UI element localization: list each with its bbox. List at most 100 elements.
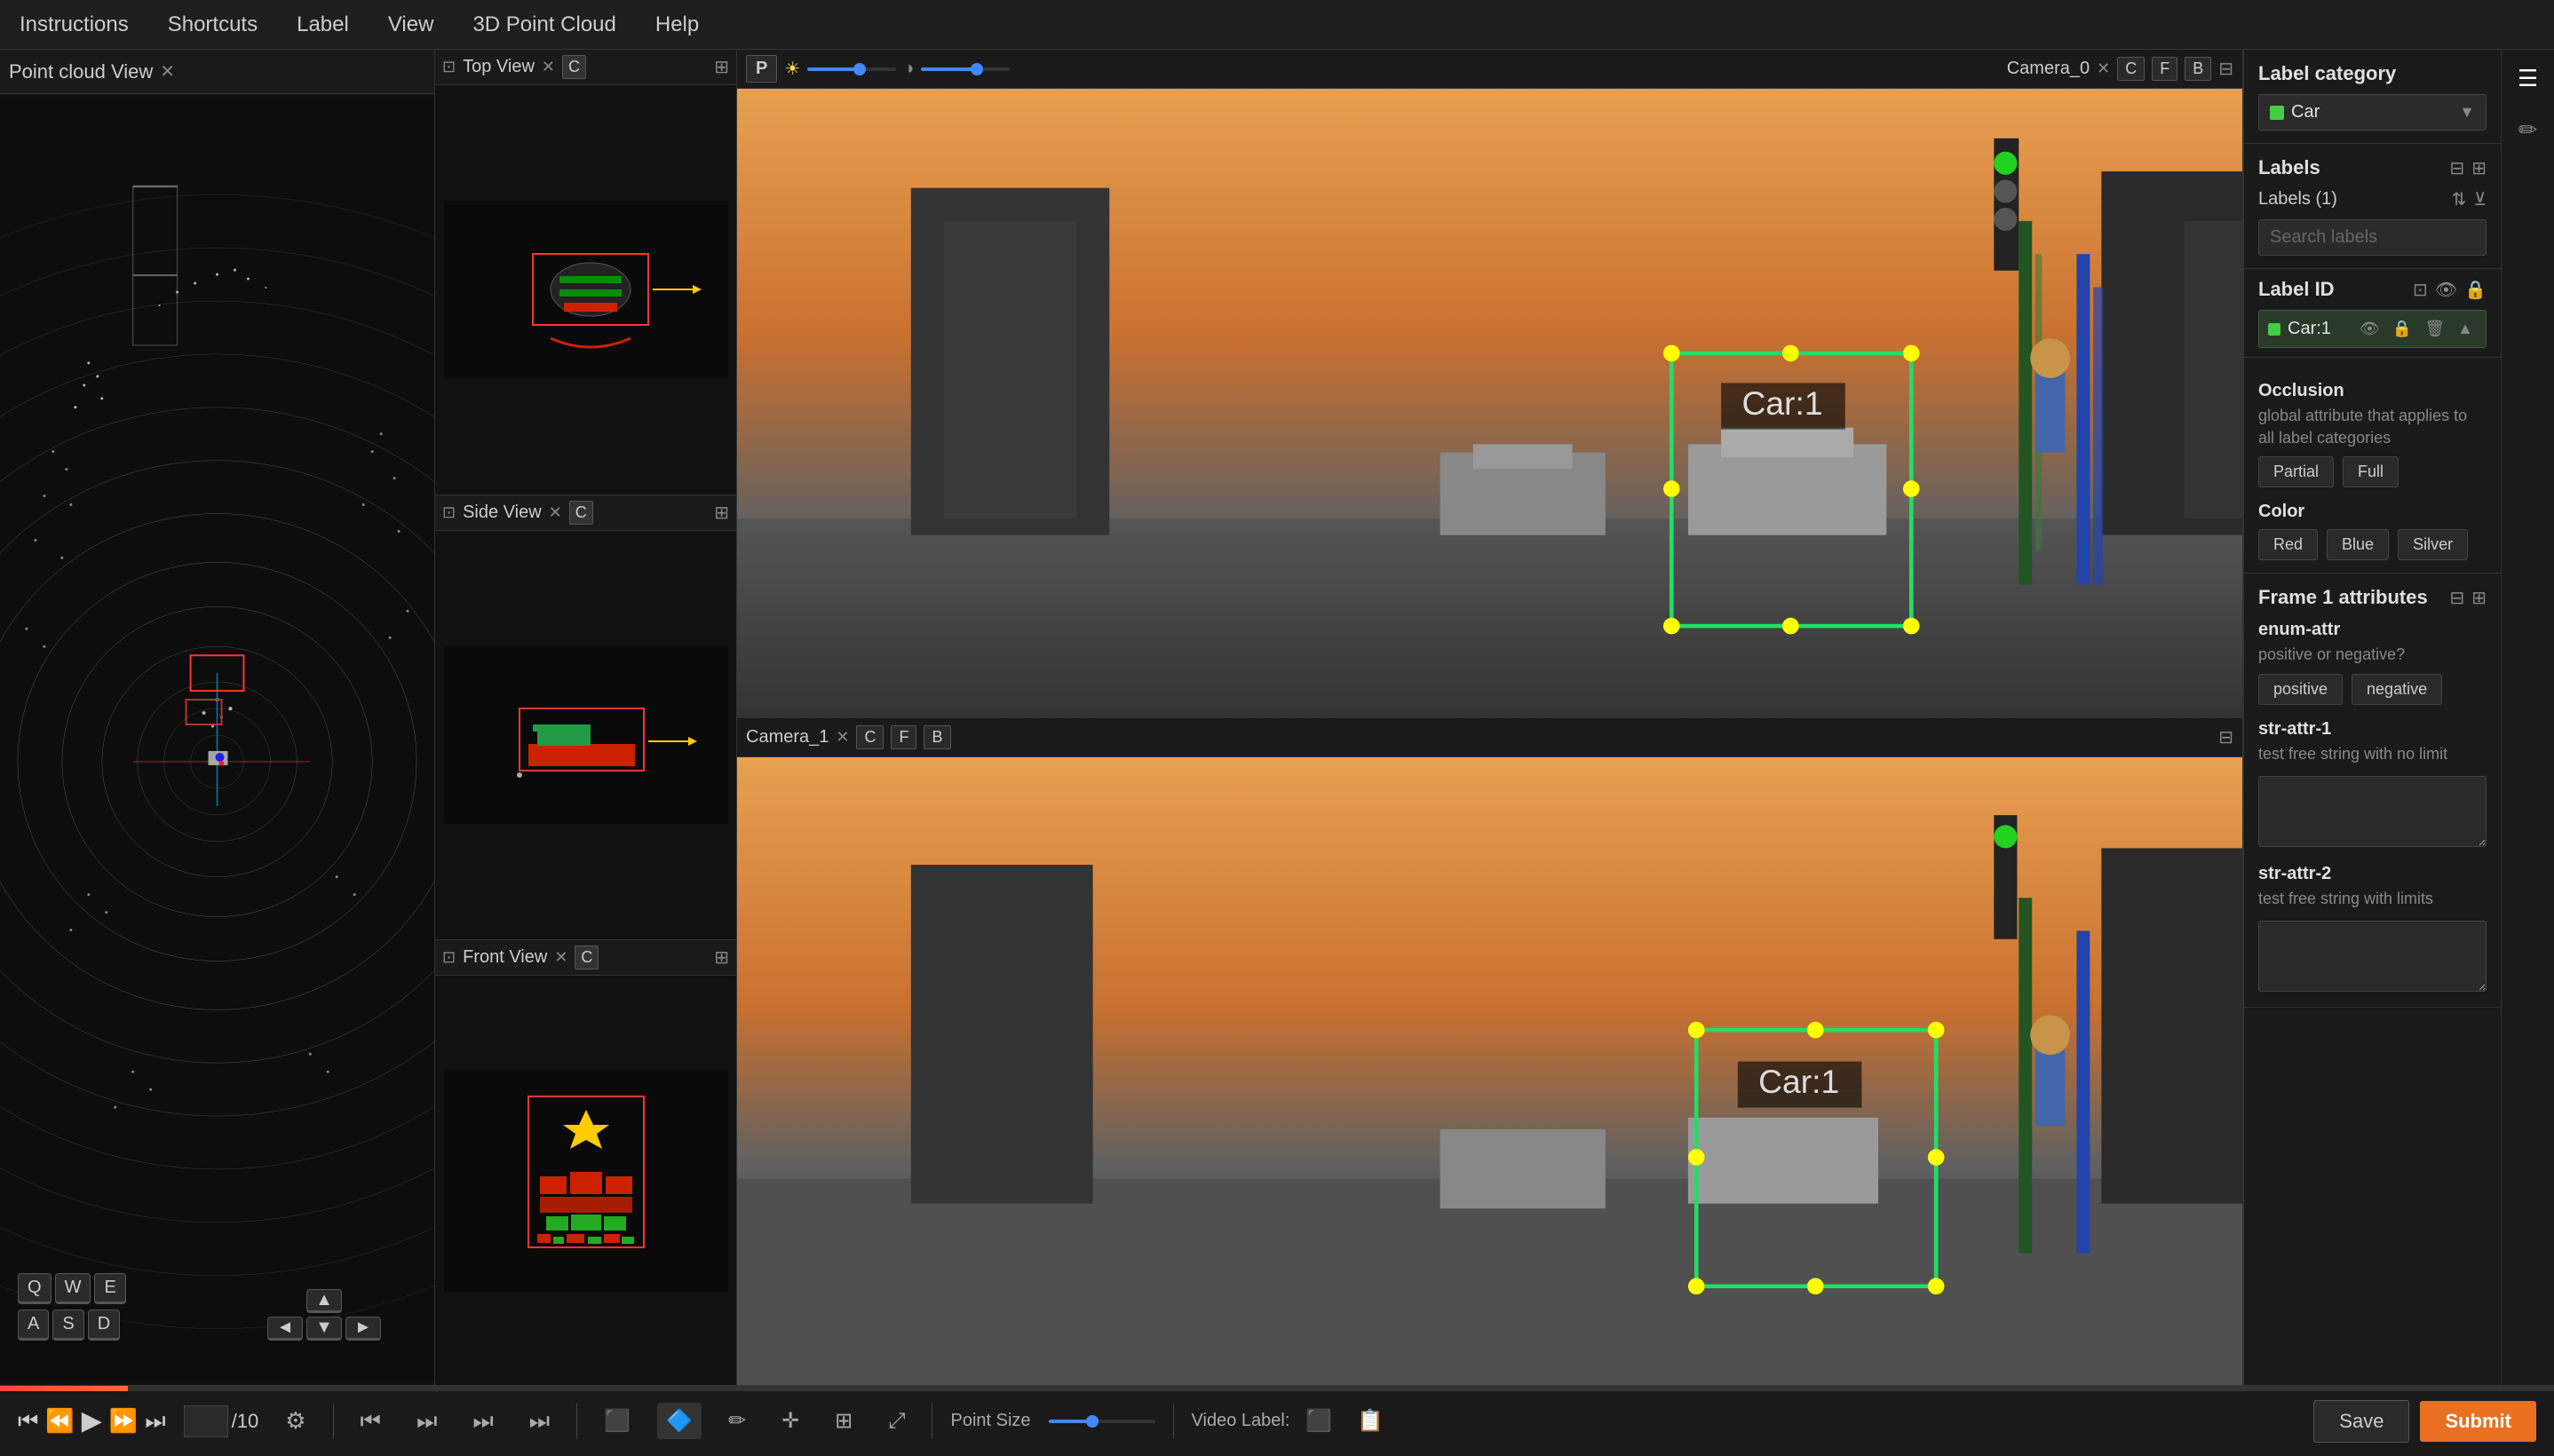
- side-view-badge[interactable]: C: [569, 501, 593, 525]
- rewind2-btn[interactable]: ⏮: [352, 1402, 390, 1441]
- str-attr1-input[interactable]: [2258, 776, 2487, 847]
- frame-input[interactable]: 1: [184, 1405, 228, 1437]
- front-view-badge[interactable]: C: [575, 946, 599, 969]
- resize-tool-btn[interactable]: ⊞: [826, 1403, 861, 1439]
- str-attr2-input[interactable]: [2258, 921, 2487, 992]
- fast-forward2-btn[interactable]: ⏭: [520, 1402, 559, 1441]
- key-s[interactable]: S: [52, 1310, 83, 1341]
- play-btn[interactable]: ▶: [82, 1405, 102, 1436]
- next-btn[interactable]: ⏩: [109, 1407, 138, 1435]
- move-tool-btn[interactable]: ✛: [773, 1403, 808, 1439]
- camera0-p-badge[interactable]: P: [746, 55, 777, 83]
- search-labels-input[interactable]: [2258, 219, 2487, 256]
- front-view-expand-icon[interactable]: ⊡: [442, 948, 456, 967]
- camera0-badge-f[interactable]: F: [2152, 57, 2177, 81]
- camera1-badge-f[interactable]: F: [891, 725, 916, 749]
- front-view-canvas[interactable]: [435, 976, 736, 1385]
- menu-view[interactable]: View: [377, 5, 445, 44]
- label-car1-eye-btn[interactable]: 👁: [2356, 318, 2383, 340]
- camera1-badge-c[interactable]: C: [856, 725, 884, 749]
- top-view-canvas[interactable]: [435, 85, 736, 495]
- brightness-slider[interactable]: [807, 67, 896, 71]
- video-label-btn2[interactable]: 📋: [1348, 1403, 1392, 1439]
- key-e[interactable]: E: [94, 1273, 125, 1304]
- enum-negative-btn[interactable]: negative: [2352, 674, 2442, 705]
- label-car1-delete-btn[interactable]: 🗑: [2421, 318, 2448, 340]
- top-view-close-btn[interactable]: ✕: [542, 58, 555, 76]
- camera0-maximize-btn[interactable]: ⊟: [2218, 58, 2233, 80]
- point-cloud-close-btn[interactable]: ✕: [160, 60, 175, 83]
- nav-left-btn[interactable]: ◄: [267, 1317, 303, 1341]
- side-view-canvas[interactable]: [435, 531, 736, 940]
- cube-tool-btn[interactable]: 🔷: [657, 1403, 702, 1439]
- side-view-maximize-btn[interactable]: ⊞: [714, 502, 729, 524]
- menu-label[interactable]: Label: [286, 5, 360, 44]
- menu-instructions[interactable]: Instructions: [9, 5, 139, 44]
- frame1-expand-btn[interactable]: ⊞: [2471, 587, 2487, 609]
- camera1-badge-b[interactable]: B: [924, 725, 950, 749]
- menu-shortcuts[interactable]: Shortcuts: [157, 5, 268, 44]
- front-view-maximize-btn[interactable]: ⊞: [714, 946, 729, 969]
- box3d-tool-btn[interactable]: ⬛: [595, 1403, 639, 1439]
- side-view-close-btn[interactable]: ✕: [549, 503, 562, 522]
- contrast-slider[interactable]: [921, 67, 1010, 71]
- label-id-copy-icon[interactable]: ⊡: [2413, 279, 2428, 301]
- skip-start-btn[interactable]: ⏭: [408, 1402, 446, 1441]
- settings-btn[interactable]: ⚙: [276, 1402, 314, 1440]
- key-q[interactable]: Q: [18, 1273, 52, 1304]
- nav-up-btn[interactable]: ▲: [306, 1289, 342, 1313]
- point-cloud-canvas[interactable]: Q W E A S D ▲ ◄ ▼ ►: [0, 94, 434, 1385]
- fullscreen-tool-btn[interactable]: ⤢: [879, 1404, 914, 1439]
- label-id-lock-icon[interactable]: 🔒: [2464, 279, 2487, 301]
- camera0-close-btn[interactable]: ✕: [2097, 59, 2110, 78]
- labels-expand-btn[interactable]: ⊞: [2471, 157, 2487, 179]
- enum-positive-btn[interactable]: positive: [2258, 674, 2343, 705]
- menu-3d-point-cloud[interactable]: 3D Point Cloud: [462, 5, 626, 44]
- key-d[interactable]: D: [88, 1310, 120, 1341]
- labels-sort-btn[interactable]: ⇅: [2452, 188, 2467, 210]
- key-a[interactable]: A: [18, 1310, 49, 1341]
- enum-attr: enum-attr positive or negative? positive…: [2258, 620, 2487, 704]
- nav-right-btn[interactable]: ►: [345, 1317, 381, 1341]
- top-view-badge[interactable]: C: [562, 55, 586, 79]
- panel-edit-icon[interactable]: ✏: [2509, 110, 2548, 149]
- labels-collapse-btn[interactable]: ⊟: [2449, 157, 2464, 179]
- skip-forward-btn[interactable]: ⏭: [145, 1407, 165, 1436]
- point-size-slider[interactable]: [1049, 1420, 1155, 1423]
- camera1-view[interactable]: Car:1: [737, 757, 2242, 1386]
- submit-button[interactable]: Submit: [2420, 1401, 2536, 1442]
- label-category-dropdown[interactable]: Car ▼: [2258, 94, 2487, 131]
- frame1-attrs-header: Frame 1 attributes ⊟ ⊞: [2258, 586, 2487, 609]
- label-car1-expand-btn[interactable]: ▲: [2454, 318, 2477, 340]
- key-w[interactable]: W: [55, 1273, 91, 1304]
- color-silver-btn[interactable]: Silver: [2398, 529, 2468, 560]
- camera1-close-btn[interactable]: ✕: [836, 728, 849, 747]
- occlusion-full-btn[interactable]: Full: [2343, 456, 2399, 487]
- label-car1-lock-btn[interactable]: 🔒: [2389, 318, 2415, 340]
- panel-list-icon[interactable]: ☰: [2509, 59, 2548, 98]
- menu-help[interactable]: Help: [645, 5, 710, 44]
- front-view-close-btn[interactable]: ✕: [554, 948, 567, 967]
- labels-filter-btn[interactable]: ⊻: [2473, 188, 2487, 210]
- color-blue-btn[interactable]: Blue: [2327, 529, 2389, 560]
- save-button[interactable]: Save: [2313, 1400, 2409, 1443]
- occlusion-partial-btn[interactable]: Partial: [2258, 456, 2334, 487]
- color-red-btn[interactable]: Red: [2258, 529, 2318, 560]
- pencil-tool-btn[interactable]: ✏: [719, 1403, 755, 1439]
- side-view-expand-icon[interactable]: ⊡: [442, 503, 456, 522]
- camera0-badge-b[interactable]: B: [2185, 57, 2211, 81]
- video-label-text: Video Label:: [1192, 1411, 1290, 1431]
- camera0-view[interactable]: Car:1: [737, 89, 2242, 717]
- nav-down-btn[interactable]: ▼: [306, 1317, 342, 1341]
- label-car1-item[interactable]: Car:1 👁 🔒 🗑 ▲: [2258, 310, 2487, 348]
- top-view-maximize-btn[interactable]: ⊞: [714, 56, 729, 78]
- top-view-expand-icon[interactable]: ⊡: [442, 58, 456, 76]
- frame1-collapse-btn[interactable]: ⊟: [2449, 587, 2464, 609]
- video-label-btn1[interactable]: ⬛: [1297, 1403, 1341, 1439]
- label-id-eye-icon[interactable]: 👁: [2435, 279, 2457, 301]
- prev-btn[interactable]: ⏪: [45, 1407, 74, 1435]
- skip-back-btn[interactable]: ⏮: [18, 1407, 38, 1436]
- camera1-maximize-btn[interactable]: ⊟: [2218, 726, 2233, 748]
- skip-end-btn[interactable]: ⏭: [464, 1402, 502, 1441]
- camera0-badge-c[interactable]: C: [2117, 57, 2145, 81]
